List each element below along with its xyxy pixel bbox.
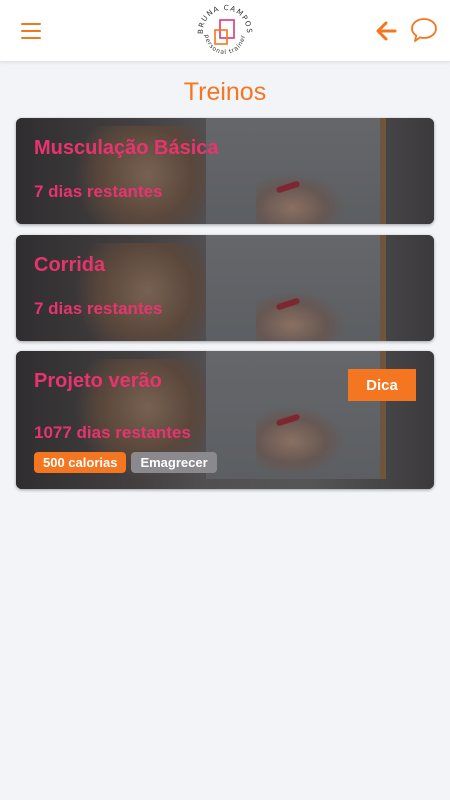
menu-line	[21, 23, 41, 25]
hamburger-menu-icon[interactable]	[19, 19, 43, 43]
workout-days-remaining: 7 dias restantes	[34, 182, 163, 201]
workout-tags: 500 calorias Emagrecer	[34, 452, 217, 473]
workout-title: Corrida	[34, 254, 106, 276]
workout-title: Projeto verão	[34, 370, 162, 392]
brand-logo: BRUNA CAMPOS personal trainer	[196, 4, 253, 56]
tip-button[interactable]: Dica	[348, 369, 416, 401]
workout-card-corrida[interactable]: Corrida 7 dias restantes	[16, 235, 434, 341]
card-background-image	[16, 118, 434, 224]
workout-days-remaining: 7 dias restantes	[34, 299, 163, 318]
workout-card-musculacao[interactable]: Musculação Básica 7 dias restantes	[16, 118, 434, 224]
arrow-left-icon[interactable]	[373, 18, 399, 44]
app-header: BRUNA CAMPOS personal trainer	[0, 0, 450, 62]
menu-line	[21, 37, 41, 39]
page-title: Treinos	[183, 78, 267, 106]
tag-calories: 500 calorias	[34, 452, 127, 473]
workout-title: Musculação Básica	[34, 137, 219, 159]
chat-bubble-icon[interactable]	[410, 16, 438, 44]
card-background-image	[16, 235, 434, 341]
workout-card-projeto-verao[interactable]: Projeto verão Dica 1077 dias restantes 5…	[16, 351, 434, 489]
workout-days-remaining: 1077 dias restantes	[34, 423, 191, 442]
menu-line	[21, 30, 41, 32]
tag-goal: Emagrecer	[131, 452, 217, 473]
